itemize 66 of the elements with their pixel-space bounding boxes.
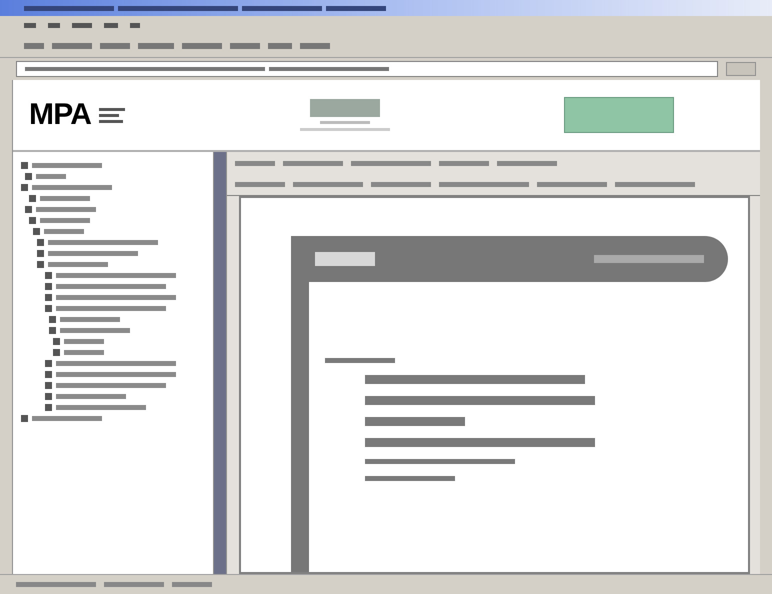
illegible-text (40, 196, 90, 201)
tree-node-icon[interactable] (21, 162, 28, 169)
tree-node-icon[interactable] (21, 415, 28, 422)
illegible-text (24, 22, 36, 28)
illegible-text (182, 42, 222, 48)
illegible-text (104, 22, 118, 28)
tree-node-icon[interactable] (45, 305, 52, 312)
tree-node-icon[interactable] (37, 261, 44, 268)
tree-node-icon[interactable] (45, 272, 52, 279)
illegible-text (100, 42, 130, 48)
address-field[interactable] (16, 61, 718, 77)
illegible-text (60, 328, 130, 333)
illegible-text (24, 42, 44, 48)
tree-node-icon[interactable] (25, 173, 32, 180)
tree-node-icon[interactable] (29, 217, 36, 224)
illegible-text (36, 174, 66, 179)
illegible-text (325, 358, 395, 363)
tree-node-icon[interactable] (53, 338, 60, 345)
tree-node-icon[interactable] (21, 184, 28, 191)
tree-node-icon[interactable] (45, 294, 52, 301)
tree-node-icon[interactable] (45, 382, 52, 389)
illegible-text (283, 160, 343, 166)
illegible-text (60, 317, 120, 322)
tree-node-icon[interactable] (29, 195, 36, 202)
tree-node-icon[interactable] (53, 349, 60, 356)
tree-node-icon[interactable] (49, 316, 56, 323)
illegible-text (64, 339, 104, 344)
tree-node-icon[interactable] (37, 250, 44, 257)
illegible-text (300, 42, 330, 48)
tree-node-icon[interactable] (45, 404, 52, 411)
illegible-text (497, 160, 557, 166)
illegible-text (104, 582, 164, 587)
tree-node-icon[interactable] (37, 239, 44, 246)
tree-node-icon[interactable] (25, 206, 32, 213)
illegible-text (72, 22, 92, 28)
scrollbar[interactable] (213, 152, 227, 574)
illegible-text (293, 182, 363, 187)
logo-text: MPA (29, 100, 92, 130)
illegible-text (44, 229, 84, 234)
illegible-text (326, 6, 386, 10)
illegible-text (32, 163, 102, 168)
tree-node-icon[interactable] (45, 283, 52, 290)
tree-node-icon[interactable] (49, 327, 56, 334)
illegible-text (130, 22, 140, 28)
illegible-text (230, 42, 260, 48)
illegible-text (40, 218, 90, 223)
tree-node-icon[interactable] (45, 393, 52, 400)
illegible-text (52, 42, 92, 48)
illegible-text (56, 394, 126, 399)
tree-node-icon[interactable] (45, 371, 52, 378)
illegible-text (235, 182, 285, 187)
illegible-text (36, 207, 96, 212)
tree-node-icon[interactable] (45, 360, 52, 367)
illegible-text (64, 350, 104, 355)
illegible-text (32, 416, 102, 421)
tree-node-icon[interactable] (33, 228, 40, 235)
illegible-text (235, 160, 275, 166)
illegible-text (172, 582, 212, 587)
go-button[interactable] (726, 62, 756, 76)
illegible-text (537, 182, 607, 187)
illegible-text (268, 42, 292, 48)
illegible-text (48, 262, 108, 267)
illegible-text (138, 42, 174, 48)
illegible-text (439, 160, 489, 166)
illegible-text (48, 22, 60, 28)
illegible-text (371, 182, 431, 187)
